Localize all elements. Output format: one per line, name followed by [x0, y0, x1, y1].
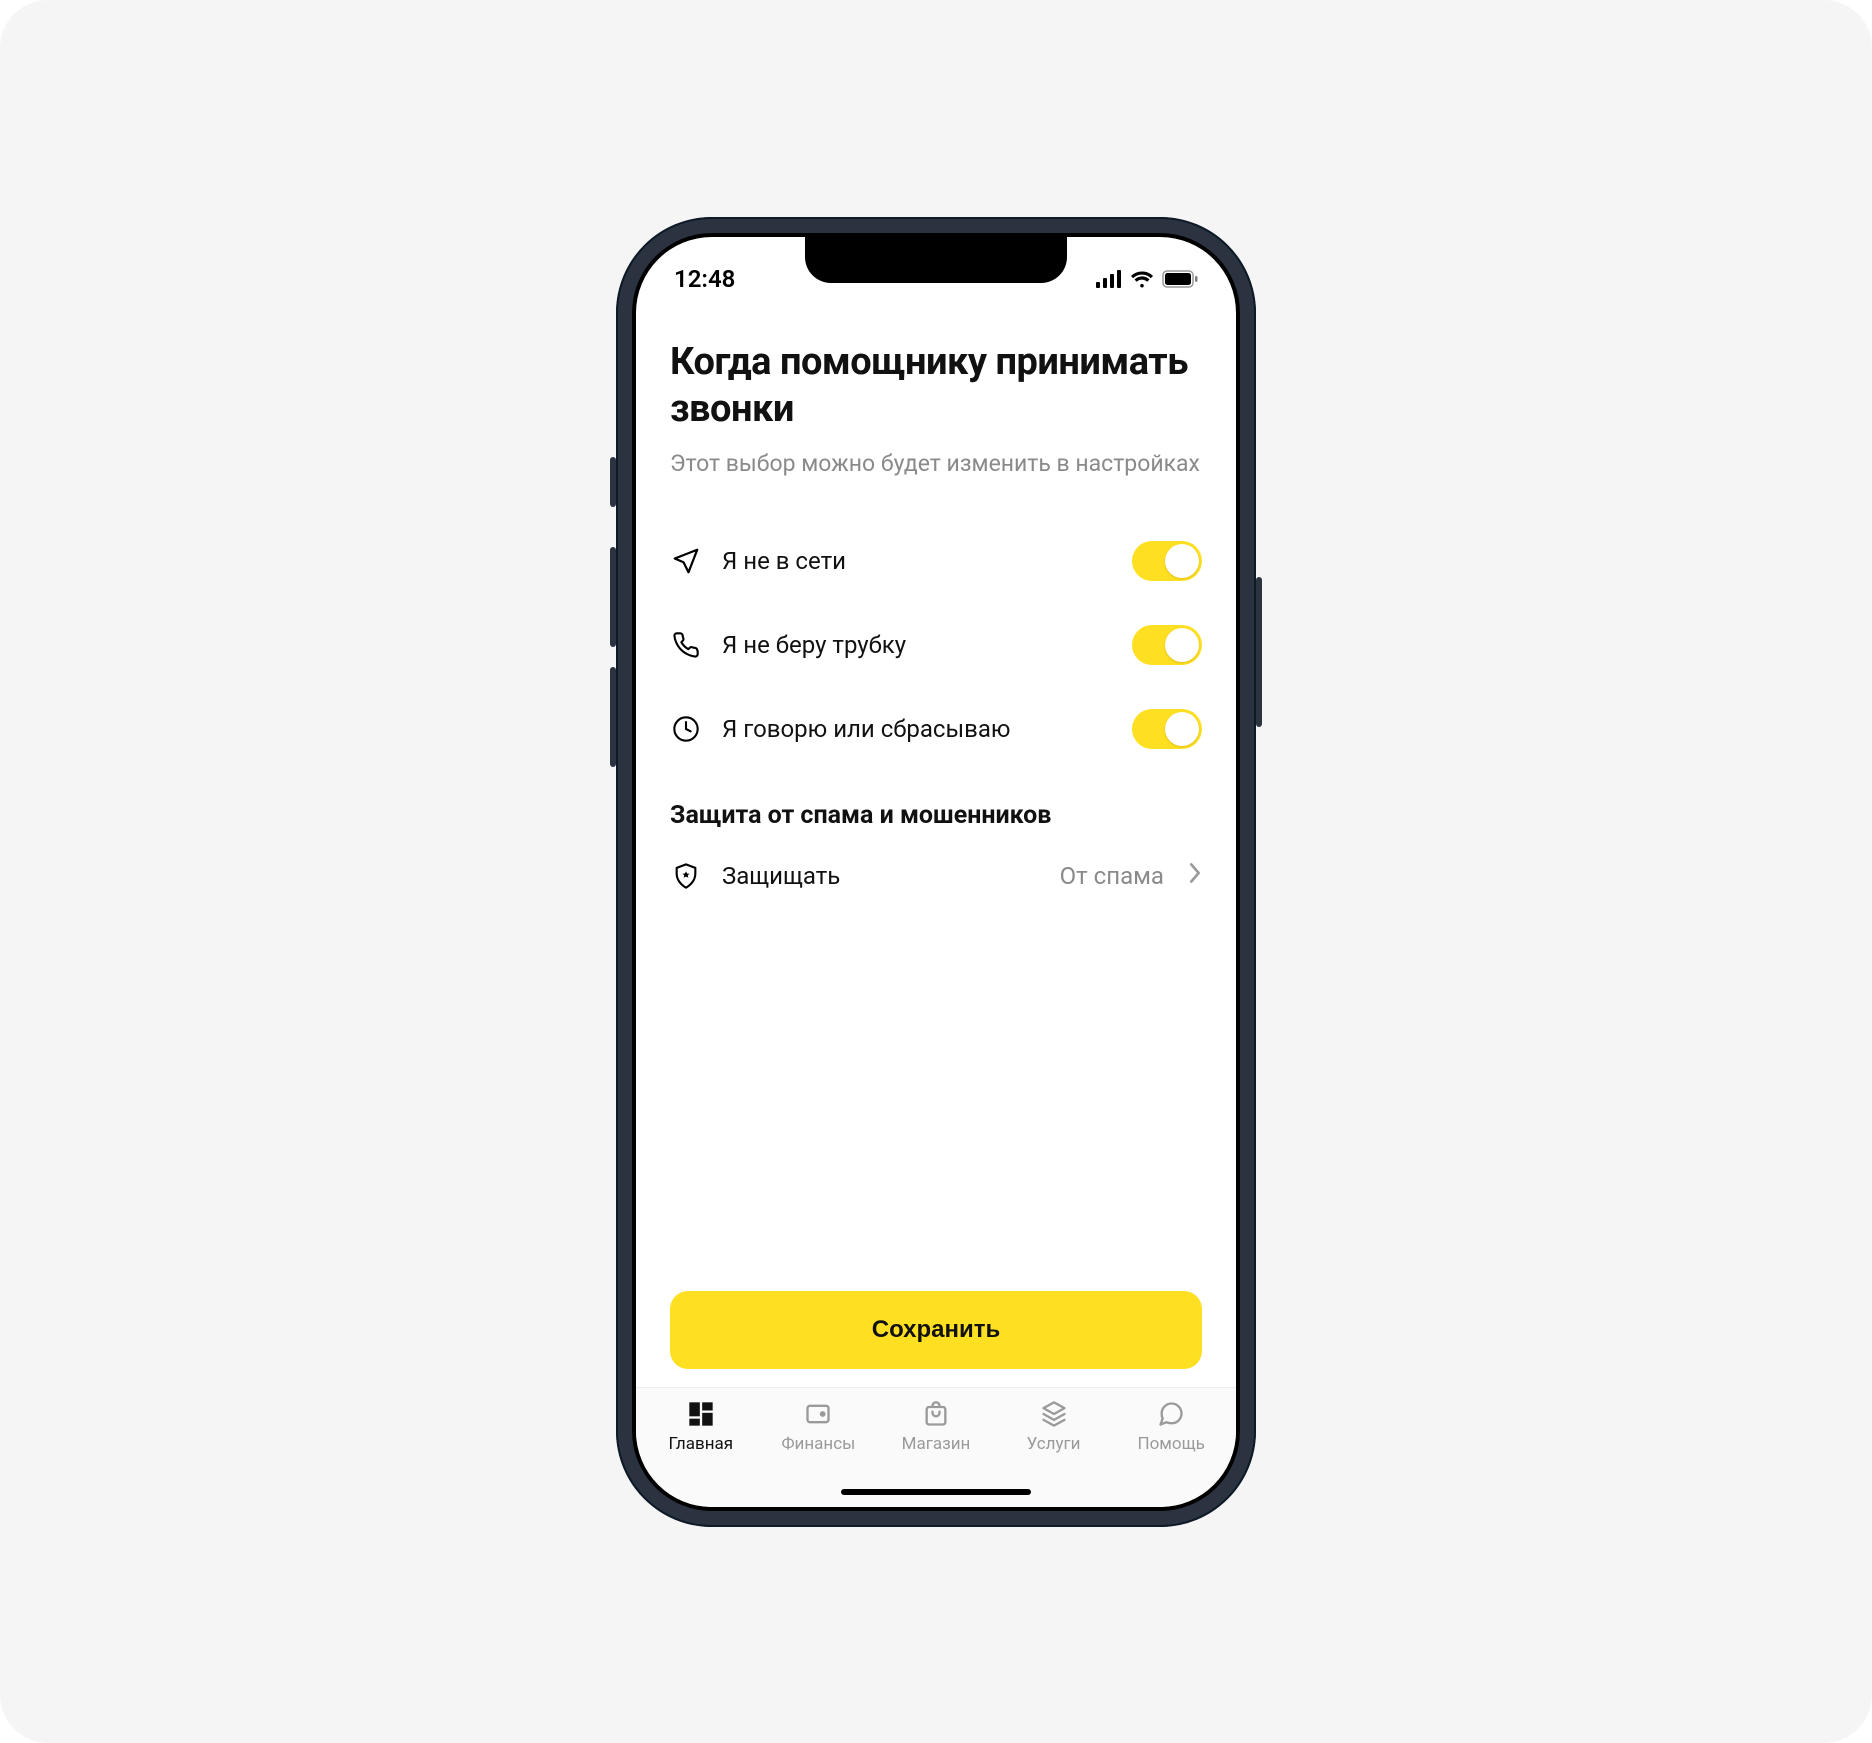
- airplane-icon: [670, 545, 702, 577]
- toggle-switch-no-answer[interactable]: [1132, 625, 1202, 665]
- spam-protect-value: От спама: [1060, 862, 1164, 890]
- tab-home[interactable]: Главная: [642, 1398, 760, 1473]
- bag-icon: [920, 1398, 952, 1430]
- clock-icon: [670, 713, 702, 745]
- toggle-label: Я не беру трубку: [722, 631, 1112, 659]
- chat-icon: [1155, 1398, 1187, 1430]
- status-icons: [1096, 270, 1198, 288]
- tab-help[interactable]: Помощь: [1112, 1398, 1230, 1473]
- page-content: Когда помощнику принимать звонки Этот вы…: [636, 309, 1236, 1387]
- toggle-row-offline: Я не в сети: [670, 519, 1202, 603]
- tab-finance[interactable]: Финансы: [760, 1398, 878, 1473]
- tab-label: Помощь: [1137, 1434, 1204, 1454]
- shield-icon: [670, 860, 702, 892]
- home-icon: [685, 1398, 717, 1430]
- save-button[interactable]: Сохранить: [670, 1291, 1202, 1369]
- spam-protect-label: Защищать: [722, 862, 1040, 890]
- phone-side-button: [610, 457, 616, 507]
- tab-label: Магазин: [902, 1434, 971, 1454]
- phone-side-button: [1256, 577, 1262, 727]
- spam-protect-row[interactable]: Защищать От спама: [670, 838, 1202, 914]
- tab-label: Услуги: [1027, 1434, 1081, 1454]
- phone-icon: [670, 629, 702, 661]
- wallet-icon: [802, 1398, 834, 1430]
- phone-side-button: [610, 667, 616, 767]
- phone-bezel: 12:48 Когда помощ: [632, 233, 1240, 1511]
- chevron-right-icon: [1188, 862, 1202, 890]
- toggle-row-no-answer: Я не беру трубку: [670, 603, 1202, 687]
- phone-screen: 12:48 Когда помощ: [636, 237, 1236, 1507]
- toggle-switch-offline[interactable]: [1132, 541, 1202, 581]
- page-title: Когда помощнику принимать звонки: [670, 339, 1202, 434]
- phone-frame: 12:48 Когда помощ: [616, 217, 1256, 1527]
- phone-side-button: [610, 547, 616, 647]
- cellular-icon: [1096, 270, 1122, 288]
- canvas: 12:48 Когда помощ: [0, 0, 1872, 1743]
- toggle-switch-busy[interactable]: [1132, 709, 1202, 749]
- layers-icon: [1038, 1398, 1070, 1430]
- phone-notch: [805, 233, 1067, 283]
- tab-label: Главная: [668, 1434, 733, 1454]
- spam-section-title: Защита от спама и мошенников: [670, 801, 1202, 830]
- toggle-label: Я говорю или сбрасываю: [722, 715, 1112, 743]
- home-indicator[interactable]: [841, 1489, 1031, 1495]
- tab-shop[interactable]: Магазин: [877, 1398, 995, 1473]
- tab-services[interactable]: Услуги: [995, 1398, 1113, 1473]
- battery-icon: [1162, 270, 1198, 288]
- status-time: 12:48: [674, 265, 735, 293]
- wifi-icon: [1130, 270, 1154, 288]
- toggle-row-busy: Я говорю или сбрасываю: [670, 687, 1202, 771]
- toggle-label: Я не в сети: [722, 547, 1112, 575]
- page-subtitle: Этот выбор можно будет изменить в настро…: [670, 448, 1202, 479]
- tab-label: Финансы: [781, 1434, 855, 1454]
